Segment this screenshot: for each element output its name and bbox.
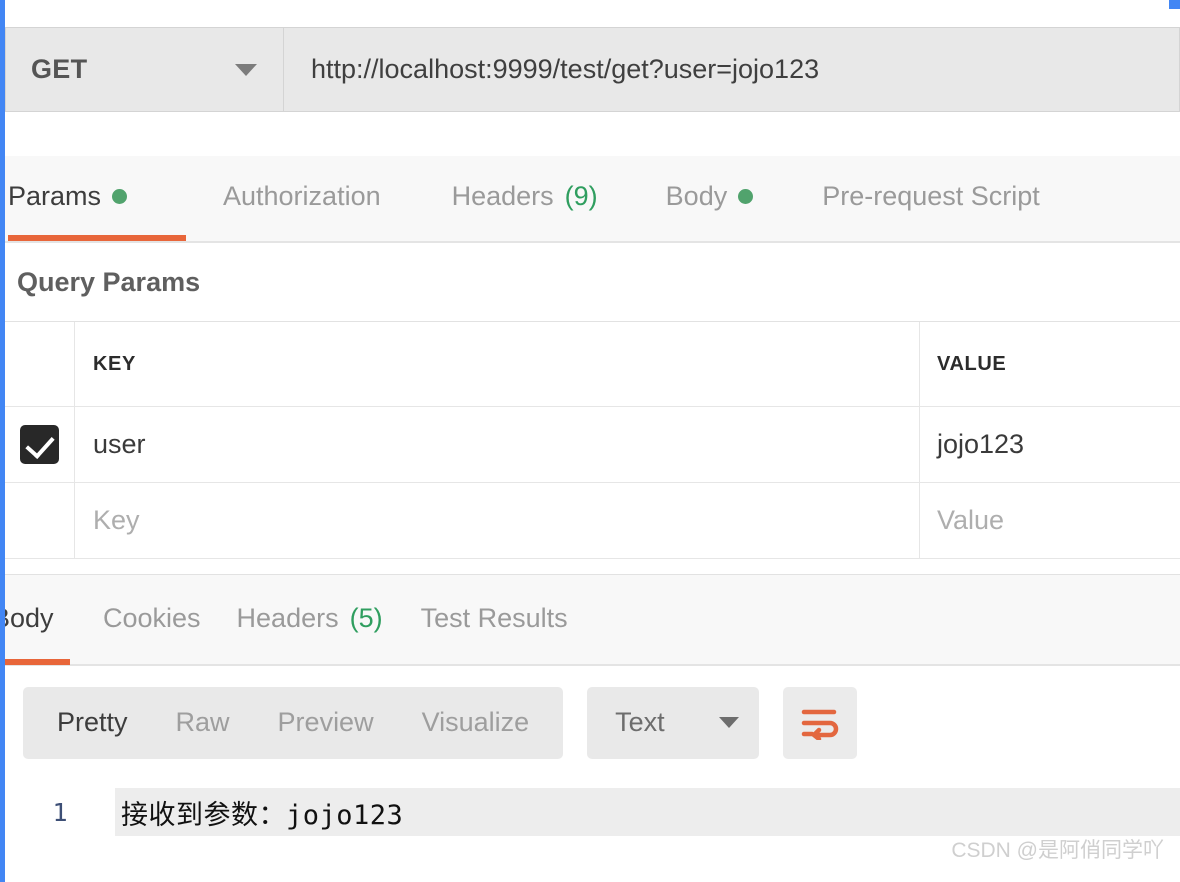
row-value-cell[interactable]: Value <box>920 483 1180 558</box>
tab-pre-request-script-label: Pre-request Script <box>822 181 1040 211</box>
format-preview-button[interactable]: Preview <box>254 707 398 738</box>
header-value-cell: VALUE <box>920 322 1180 406</box>
url-bar: GET http://localhost:9999/test/get?user=… <box>5 27 1180 112</box>
column-header-key: KEY <box>93 352 136 375</box>
tab-headers-label: Headers <box>451 181 554 211</box>
tab-headers-count: (9) <box>564 181 598 211</box>
code-line: 1 接收到参数：jojo123 <box>5 788 1180 836</box>
response-format-toolbar: Pretty Raw Preview Visualize Text <box>5 666 1180 779</box>
selection-corner-handle[interactable] <box>1169 0 1180 9</box>
row-checkbox-cell[interactable] <box>5 407 75 482</box>
row-key-cell[interactable]: Key <box>75 483 920 558</box>
row-value-cell[interactable]: jojo123 <box>920 407 1180 482</box>
tab-pre-request-script[interactable]: Pre-request Script <box>822 156 1040 241</box>
word-wrap-icon <box>801 709 839 740</box>
tab-response-body[interactable]: Body <box>0 575 70 665</box>
param-key-value: user <box>93 429 146 459</box>
table-header-row: KEY VALUE <box>5 322 1180 407</box>
row-checkbox-cell[interactable] <box>5 483 75 558</box>
tab-authorization[interactable]: Authorization <box>223 156 381 241</box>
selection-top-edge <box>5 0 1169 3</box>
tab-params[interactable]: Params <box>8 156 186 241</box>
params-modified-dot-icon <box>112 189 128 204</box>
response-type-select[interactable]: Text <box>587 686 760 759</box>
tab-headers[interactable]: Headers (9) <box>452 156 598 241</box>
query-params-table: KEY VALUE user jojo123 Key Value <box>5 321 1180 559</box>
table-row[interactable]: user jojo123 <box>5 407 1180 483</box>
header-checkbox-cell <box>5 322 75 406</box>
tab-response-headers-count: (5) <box>349 602 383 633</box>
query-params-heading: Query Params <box>5 244 1180 321</box>
line-number: 1 <box>52 797 68 827</box>
response-type-label: Text <box>615 707 665 737</box>
response-tab-bar: Body Cookies Headers (5) Test Results <box>0 574 1180 666</box>
tab-body[interactable]: Body <box>666 156 754 241</box>
tab-body-label: Body <box>665 181 728 211</box>
word-wrap-button[interactable] <box>783 686 858 759</box>
postman-request-response-panel: GET http://localhost:9999/test/get?user=… <box>0 0 1180 882</box>
active-response-tab-underline <box>0 659 70 665</box>
column-header-value: VALUE <box>937 352 1007 375</box>
response-body-viewer[interactable]: 1 接收到参数：jojo123 <box>5 779 1180 882</box>
format-visualize-button[interactable]: Visualize <box>398 707 554 738</box>
url-text: http://localhost:9999/test/get?user=jojo… <box>311 54 820 84</box>
header-key-cell: KEY <box>75 322 920 406</box>
tab-test-results[interactable]: Test Results <box>421 575 568 665</box>
csdn-watermark: CSDN @是阿俏同学吖 <box>951 839 1164 862</box>
tab-params-label: Params <box>8 181 102 211</box>
tab-response-body-label: Body <box>0 602 54 633</box>
table-row[interactable]: Key Value <box>5 483 1180 559</box>
chevron-down-icon <box>719 717 740 728</box>
selection-left-border <box>0 0 5 882</box>
tab-response-headers[interactable]: Headers (5) <box>237 575 383 665</box>
http-method-select[interactable]: GET <box>5 27 283 112</box>
active-tab-underline <box>8 235 186 241</box>
param-value-value: jojo123 <box>937 429 1025 459</box>
request-tab-bar: Params Authorization Headers (9) Body Pr… <box>5 156 1180 243</box>
param-value-placeholder: Value <box>937 505 1005 535</box>
body-modified-dot-icon <box>738 189 754 204</box>
url-input[interactable]: http://localhost:9999/test/get?user=jojo… <box>283 27 1180 112</box>
chevron-down-icon <box>235 63 257 76</box>
tab-authorization-label: Authorization <box>223 181 381 211</box>
tab-response-cookies[interactable]: Cookies <box>103 575 201 665</box>
tab-test-results-label: Test Results <box>420 602 568 633</box>
format-pretty-button[interactable]: Pretty <box>33 707 152 738</box>
format-raw-button[interactable]: Raw <box>152 707 254 738</box>
response-body-text: 接收到参数：jojo123 <box>115 788 1180 836</box>
param-key-placeholder: Key <box>93 505 140 535</box>
http-method-label: GET <box>31 54 88 84</box>
tab-response-headers-label: Headers <box>236 602 339 633</box>
param-enabled-checkbox[interactable] <box>20 425 59 464</box>
tab-response-cookies-label: Cookies <box>103 602 201 633</box>
format-pill-group: Pretty Raw Preview Visualize <box>23 686 564 759</box>
row-key-cell[interactable]: user <box>75 407 920 482</box>
